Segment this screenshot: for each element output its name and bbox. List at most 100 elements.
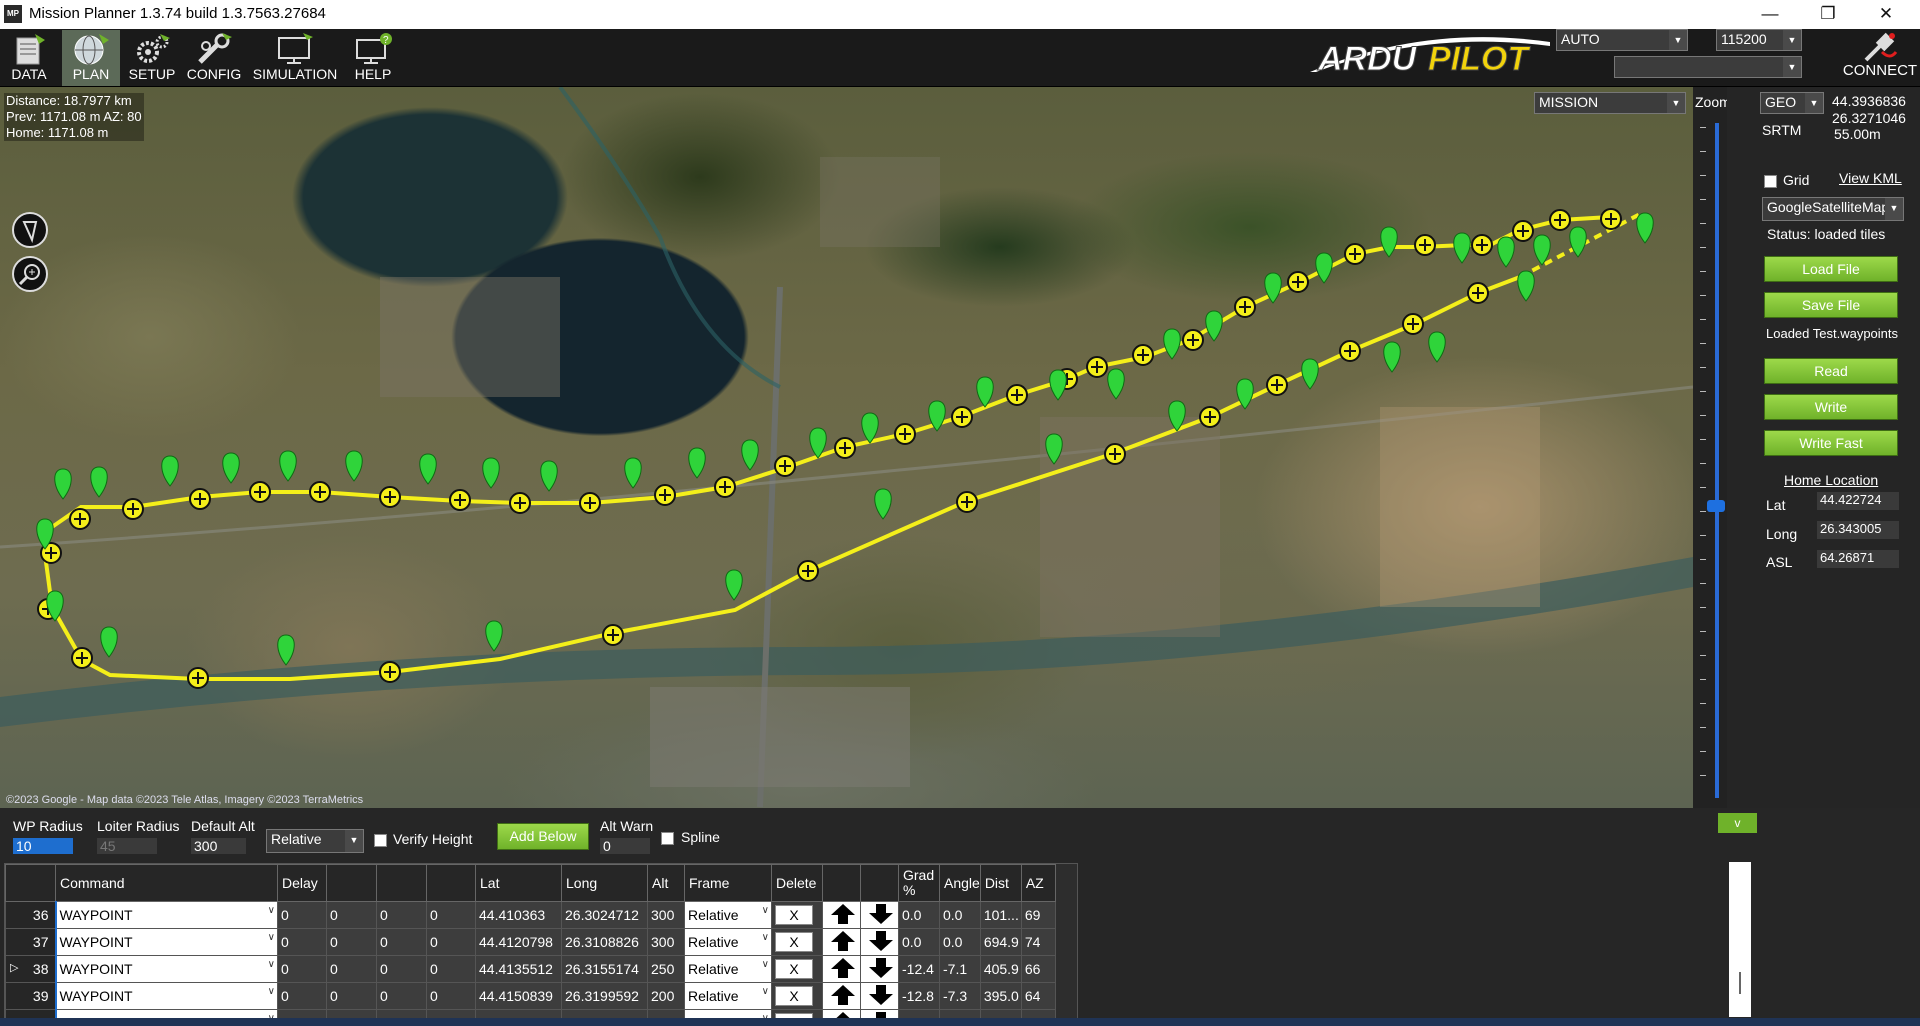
- move-up-cell[interactable]: [822, 901, 861, 929]
- alt-cell[interactable]: 300: [647, 928, 685, 956]
- col-delay[interactable]: Delay: [277, 864, 327, 902]
- toolbar-simulation-button[interactable]: SIMULATION: [250, 30, 340, 86]
- param2-cell[interactable]: 0: [326, 982, 377, 1010]
- waypoint-crosshair-icon[interactable]: [1402, 313, 1424, 335]
- save-file-button[interactable]: Save File: [1764, 292, 1898, 318]
- waypoint-crosshair-icon[interactable]: [1344, 243, 1366, 265]
- waypoint-pin-icon[interactable]: [1517, 270, 1535, 302]
- minimize-button[interactable]: —: [1748, 2, 1792, 26]
- waypoint-crosshair-icon[interactable]: [309, 481, 331, 503]
- map-provider-select[interactable]: GoogleSatelliteMap ▼: [1762, 197, 1904, 221]
- command-select-cell[interactable]: WAYPOINT ∨: [54, 901, 278, 929]
- table-vertical-scrollbar[interactable]: [1729, 862, 1751, 1017]
- param3-cell[interactable]: 0: [376, 928, 427, 956]
- waypoint-pin-icon[interactable]: [1301, 358, 1319, 390]
- waypoint-crosshair-icon[interactable]: [1086, 356, 1108, 378]
- param4-cell[interactable]: 0: [426, 982, 476, 1010]
- read-button[interactable]: Read: [1764, 358, 1898, 384]
- waypoint-crosshair-icon[interactable]: [249, 481, 271, 503]
- waypoint-crosshair-icon[interactable]: [449, 489, 471, 511]
- load-file-button[interactable]: Load File: [1764, 256, 1898, 282]
- grid-checkbox[interactable]: [1764, 175, 1777, 188]
- col-angle[interactable]: Angle: [939, 864, 981, 902]
- home-asl-field[interactable]: 64.26871: [1817, 550, 1899, 568]
- param4-cell[interactable]: 0: [426, 901, 476, 929]
- long-cell[interactable]: 26.3155174: [561, 955, 648, 983]
- waypoint-crosshair-icon[interactable]: [1006, 384, 1028, 406]
- alt-cell[interactable]: 250: [647, 955, 685, 983]
- frame-select-cell[interactable]: Relative ∨: [684, 928, 772, 956]
- port-select[interactable]: AUTO ▼: [1556, 29, 1688, 51]
- waypoint-pin-icon[interactable]: [279, 450, 297, 482]
- waypoint-crosshair-icon[interactable]: [714, 476, 736, 498]
- waypoint-crosshair-icon[interactable]: [602, 624, 624, 646]
- param2-cell[interactable]: 0: [326, 928, 377, 956]
- waypoint-pin-icon[interactable]: [624, 457, 642, 489]
- col-alt[interactable]: Alt: [647, 864, 685, 902]
- loiter-radius-input[interactable]: 45: [97, 838, 157, 854]
- waypoint-crosshair-icon[interactable]: [71, 647, 93, 669]
- zoom-slider[interactable]: [1693, 87, 1727, 808]
- alt-cell[interactable]: 200: [647, 982, 685, 1010]
- waypoint-crosshair-icon[interactable]: [187, 667, 209, 689]
- waypoint-crosshair-icon[interactable]: [1600, 208, 1622, 230]
- move-down-cell[interactable]: [860, 955, 899, 983]
- waypoint-crosshair-icon[interactable]: [797, 560, 819, 582]
- zoom-thumb[interactable]: [1707, 500, 1725, 512]
- waypoint-crosshair-icon[interactable]: [834, 437, 856, 459]
- col-dist[interactable]: Dist: [979, 864, 1022, 902]
- col-param4[interactable]: [426, 864, 476, 902]
- alt-warn-input[interactable]: 0: [600, 838, 650, 854]
- waypoint-pin-icon[interactable]: [1045, 433, 1063, 465]
- row-number-cell[interactable]: 37: [5, 928, 56, 956]
- waypoint-pin-icon[interactable]: [976, 376, 994, 408]
- long-cell[interactable]: 26.3108826: [561, 928, 648, 956]
- lat-cell[interactable]: 44.4120798: [475, 928, 562, 956]
- home-lat-field[interactable]: 44.422724: [1817, 492, 1899, 510]
- waypoint-pin-icon[interactable]: [1569, 226, 1587, 258]
- lat-cell[interactable]: 44.4150839: [475, 982, 562, 1010]
- waypoint-crosshair-icon[interactable]: [579, 492, 601, 514]
- waypoint-pin-icon[interactable]: [741, 439, 759, 471]
- waypoint-crosshair-icon[interactable]: [1339, 340, 1361, 362]
- waypoint-pin-icon[interactable]: [1107, 368, 1125, 400]
- row-number-cell[interactable]: 36: [5, 901, 56, 929]
- waypoint-pin-icon[interactable]: [345, 450, 363, 482]
- waypoint-pin-icon[interactable]: [1453, 232, 1471, 264]
- waypoint-crosshair-icon[interactable]: [1467, 282, 1489, 304]
- waypoint-pin-icon[interactable]: [1428, 331, 1446, 363]
- home-long-field[interactable]: 26.343005: [1817, 521, 1899, 539]
- param2-cell[interactable]: 0: [326, 901, 377, 929]
- frame-select-cell[interactable]: Relative ∨: [684, 982, 772, 1010]
- waypoint-crosshair-icon[interactable]: [1234, 296, 1256, 318]
- waypoint-pin-icon[interactable]: [161, 455, 179, 487]
- waypoint-crosshair-icon[interactable]: [951, 406, 973, 428]
- delete-row-button[interactable]: X: [775, 932, 813, 952]
- map-mode-select[interactable]: MISSION ▼: [1534, 92, 1686, 114]
- waypoint-pin-icon[interactable]: [1205, 310, 1223, 342]
- move-up-cell[interactable]: [822, 955, 861, 983]
- waypoint-crosshair-icon[interactable]: [1287, 271, 1309, 293]
- view-kml-link[interactable]: View KML: [1839, 170, 1902, 186]
- param4-cell[interactable]: 0: [426, 928, 476, 956]
- toolbar-config-button[interactable]: CONFIG: [185, 30, 243, 86]
- waypoint-pin-icon[interactable]: [419, 453, 437, 485]
- param2-cell[interactable]: 0: [326, 955, 377, 983]
- waypoint-pin-icon[interactable]: [540, 460, 558, 492]
- toolbar-help-button[interactable]: ? HELP: [346, 30, 400, 86]
- coord-mode-select[interactable]: GEO ▼: [1760, 92, 1824, 114]
- param-delay-cell[interactable]: 0: [277, 928, 327, 956]
- delete-row-button[interactable]: X: [775, 986, 813, 1006]
- long-cell[interactable]: 26.3199592: [561, 982, 648, 1010]
- waypoint-crosshair-icon[interactable]: [1471, 234, 1493, 256]
- command-select-cell[interactable]: WAYPOINT ∨: [54, 982, 278, 1010]
- param4-cell[interactable]: 0: [426, 955, 476, 983]
- waypoint-pin-icon[interactable]: [1497, 236, 1515, 268]
- waypoint-crosshair-icon[interactable]: [1549, 209, 1571, 231]
- restore-button[interactable]: ❐: [1806, 2, 1850, 26]
- command-select-cell[interactable]: WAYPOINT ∨: [54, 955, 278, 983]
- waypoint-crosshair-icon[interactable]: [956, 491, 978, 513]
- waypoint-pin-icon[interactable]: [1636, 212, 1654, 244]
- waypoint-crosshair-icon[interactable]: [1266, 374, 1288, 396]
- col-command[interactable]: Command: [55, 864, 278, 902]
